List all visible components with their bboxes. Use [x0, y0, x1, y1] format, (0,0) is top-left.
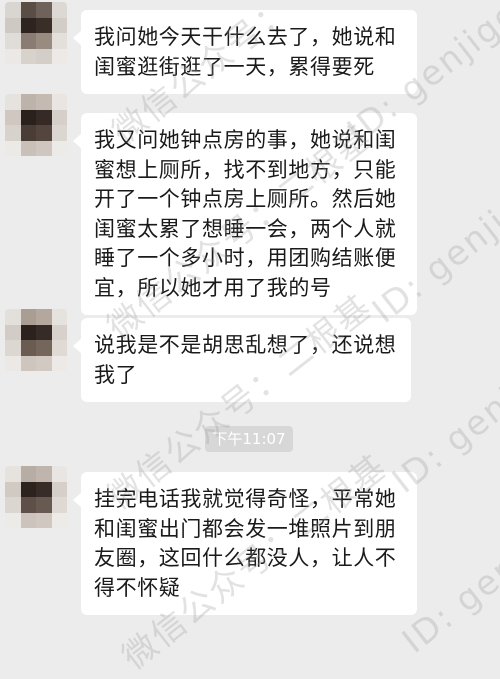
message-line: 得不怀疑 — [94, 575, 181, 600]
message-line: 和闺蜜出门都会发一堆照片到朋 — [94, 516, 397, 541]
message-bubble[interactable]: 我问她今天干什么去了，她说和 闺蜜逛街逛了一天，累得要死 — [73, 10, 417, 94]
message-line: 开了一个钟点房上厕所。然后她 — [94, 187, 397, 211]
message-line: 我问她今天干什么去了，她说和 — [94, 25, 397, 49]
message-line: 闺蜜逛街逛了一天，累得要死 — [94, 54, 375, 79]
chat-window: 我问她今天干什么去了，她说和 闺蜜逛街逛了一天，累得要死 我又问她钟点房的事，她… — [0, 0, 500, 678]
message-line: 睡了一个多小时，用团购结账便 — [94, 246, 397, 270]
message-line: 说我是不是胡思乱想了，还说想 — [94, 333, 397, 357]
message-line: 友圈，这回什么都没人，让人不 — [94, 546, 397, 570]
message-bubble[interactable]: 我又问她钟点房的事，她说和闺 蜜想上厕所，找不到地方，只能 开了一个钟点房上厕所… — [73, 113, 417, 315]
time-divider: 下午11:07 — [205, 426, 293, 452]
message-line: 我又问她钟点房的事，她说和闺 — [94, 128, 397, 152]
message-line: 宜，所以她才用了我的号 — [94, 275, 332, 300]
message-bubble[interactable]: 说我是不是胡思乱想了，还说想 我了 — [73, 318, 411, 402]
message-line: 挂完电话我就觉得奇怪，平常她 — [94, 487, 397, 511]
message-line: 我了 — [94, 362, 138, 387]
avatar[interactable] — [5, 309, 67, 371]
avatar[interactable] — [5, 2, 67, 64]
message-bubble[interactable]: 挂完电话我就觉得奇怪，平常她 和闺蜜出门都会发一堆照片到朋 友圈，这回什么都没人… — [73, 472, 417, 615]
avatar[interactable] — [5, 466, 67, 528]
avatar[interactable] — [5, 94, 67, 156]
message-line: 闺蜜太累了想睡一会，两个人就 — [94, 216, 397, 241]
message-line: 蜜想上厕所，找不到地方，只能 — [94, 157, 397, 182]
